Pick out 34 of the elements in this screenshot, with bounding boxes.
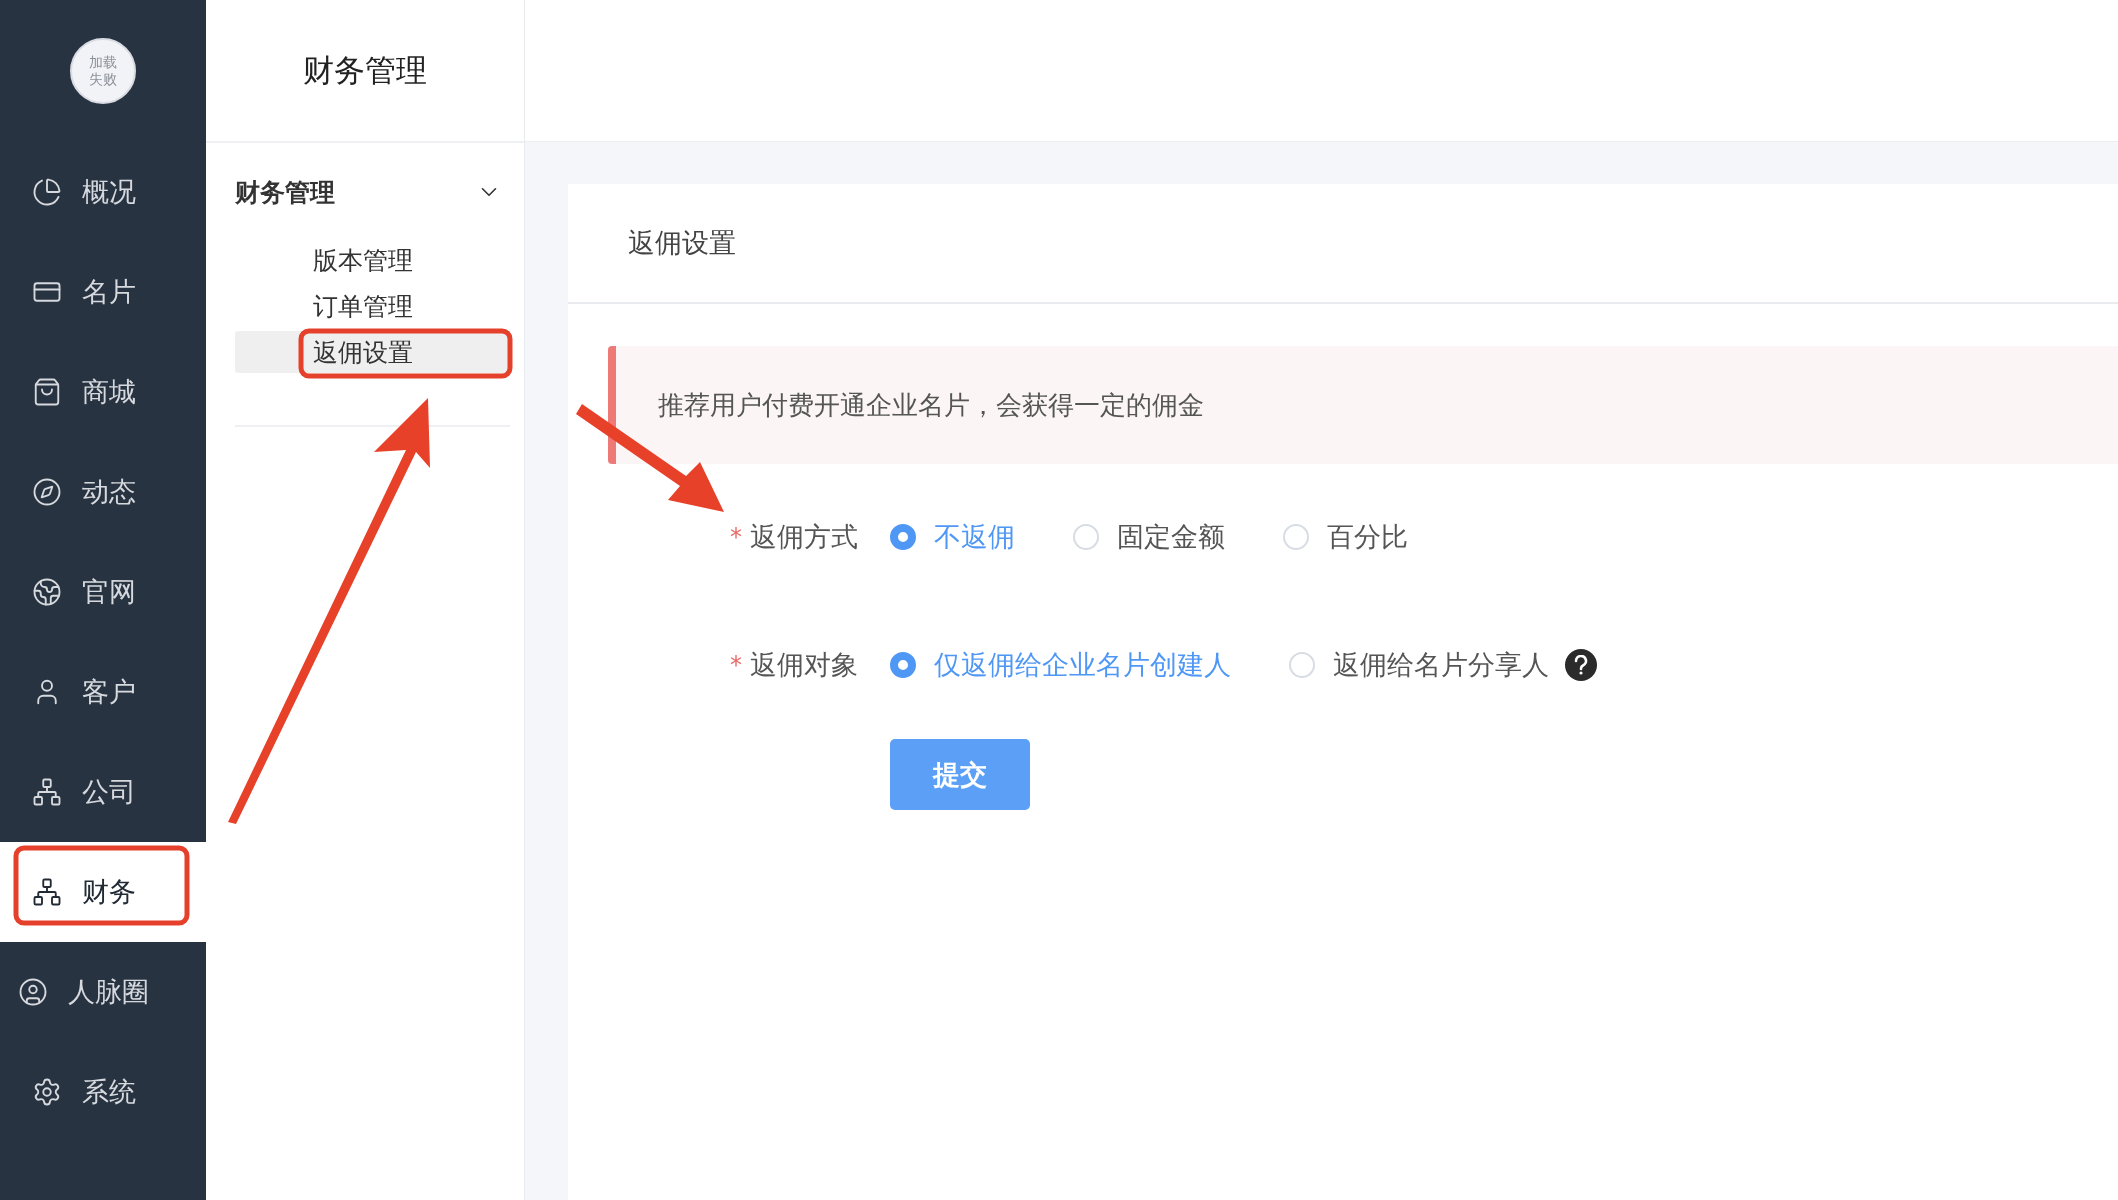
image-alt-text: 加载失败 [88,54,118,88]
org-chart-icon [32,877,62,907]
radio-label[interactable]: 固定金额 [1117,519,1225,555]
alert-message: 推荐用户付费开通企业名片，会获得一定的佣金 [608,346,2118,464]
field-label: 返佣对象 [750,648,858,682]
nav-item[interactable]: 商城 [0,342,206,442]
submenu-group[interactable]: 财务管理 [235,171,502,213]
card-title: 返佣设置 [568,184,2118,304]
radio-label[interactable]: 返佣给名片分享人 [1333,647,1549,683]
required-mark: * [730,523,742,551]
nav-item[interactable]: 名片 [0,242,206,342]
submenu-item[interactable]: 订单管理 [235,285,510,327]
nav-item[interactable]: 系统 [0,1042,206,1142]
user-circle-icon [18,977,48,1007]
nav-item[interactable]: 概况 [0,142,206,242]
globe-icon [32,577,62,607]
radio-label[interactable]: 百分比 [1327,519,1408,555]
pie-chart-icon [32,177,62,207]
settings-icon [32,1077,62,1107]
radio-button[interactable] [890,524,916,550]
field-label: 返佣方式 [750,520,858,554]
radio-button[interactable] [890,652,916,678]
required-mark: * [730,651,742,679]
compass-icon [32,477,62,507]
nav-item[interactable]: 官网 [0,542,206,642]
submenu-item[interactable]: 返佣设置 [235,331,510,373]
nav-item[interactable]: 公司 [0,742,206,842]
submenu-item[interactable]: 版本管理 [235,239,510,281]
org-chart-icon [32,777,62,807]
nav-item[interactable]: 人脉圈 [0,942,206,1042]
nav-item[interactable]: 客户 [0,642,206,742]
help-icon[interactable] [1565,649,1597,681]
nav-item[interactable]: 动态 [0,442,206,542]
bag-icon [32,377,62,407]
